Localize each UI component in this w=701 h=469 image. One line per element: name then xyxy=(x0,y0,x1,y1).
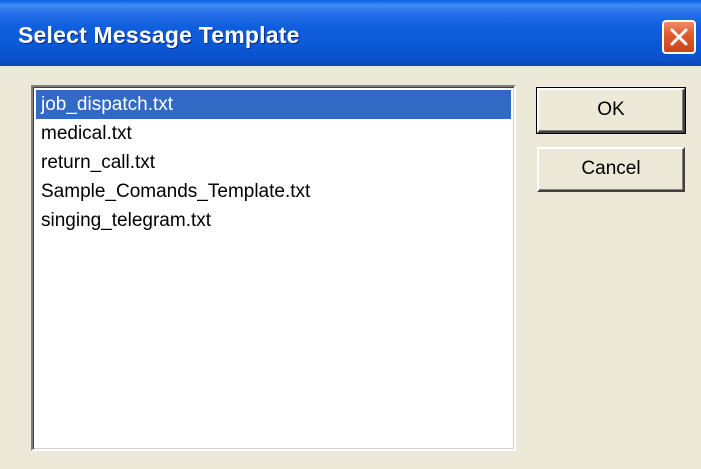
ok-button[interactable]: OK xyxy=(536,87,686,134)
dialog-title: Select Message Template xyxy=(18,22,300,48)
list-item-return-call[interactable]: return_call.txt xyxy=(36,148,511,177)
title-bar[interactable]: Select Message Template xyxy=(0,0,701,66)
close-button[interactable] xyxy=(662,20,696,54)
list-item-singing-telegram[interactable]: singing_telegram.txt xyxy=(36,206,511,235)
select-message-template-dialog: Select Message Template job_dispatch.txt… xyxy=(0,0,701,469)
template-listbox[interactable]: job_dispatch.txt medical.txt return_call… xyxy=(31,85,516,451)
cancel-button[interactable]: Cancel xyxy=(537,147,685,192)
list-item-job-dispatch[interactable]: job_dispatch.txt xyxy=(36,90,511,119)
list-item-sample-comands-template[interactable]: Sample_Comands_Template.txt xyxy=(36,177,511,206)
template-list: job_dispatch.txt medical.txt return_call… xyxy=(36,90,511,235)
close-x-icon xyxy=(670,28,688,46)
list-item-medical[interactable]: medical.txt xyxy=(36,119,511,148)
